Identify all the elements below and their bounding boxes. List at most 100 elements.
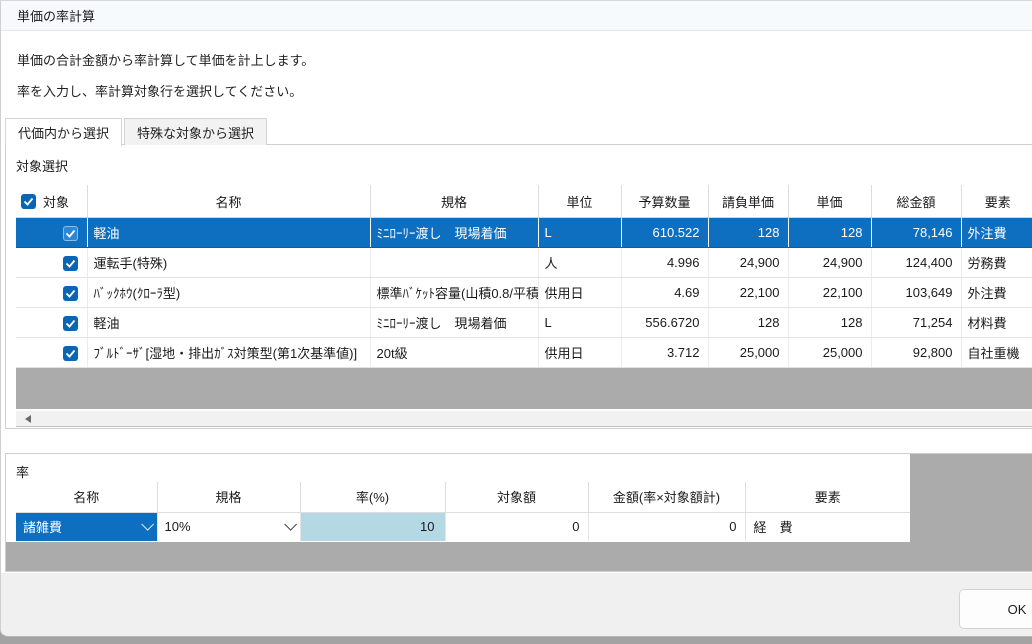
rate-percent-input[interactable]: 10 <box>300 512 445 541</box>
cell-unit: L <box>538 308 621 338</box>
cell-budget-qty: 3.712 <box>621 338 708 368</box>
cell-total: 92,800 <box>871 338 961 368</box>
column-header-name: 名称 <box>87 185 370 218</box>
cell-total: 103,649 <box>871 278 961 308</box>
cell-contract-unit-price: 24,900 <box>708 248 788 278</box>
cell-spec: ﾐﾆﾛｰﾘｰ渡し 現場着価 <box>370 218 538 248</box>
cell-unit-price: 128 <box>788 218 871 248</box>
cell-name: ﾊﾞｯｸﾎｳ(ｸﾛｰﾗ型) <box>87 278 370 308</box>
cell-name: 運転手(特殊) <box>87 248 370 278</box>
table-row[interactable]: 軽油 ﾐﾆﾛｰﾘｰ渡し 現場着価 L 610.522 128 128 78,14… <box>16 218 1032 248</box>
cell-unit-price: 24,900 <box>788 248 871 278</box>
cell-contract-unit-price: 22,100 <box>708 278 788 308</box>
check-icon <box>66 350 74 356</box>
cell-element: 労務費 <box>961 248 1032 278</box>
table-row[interactable]: 軽油 ﾐﾆﾛｰﾘｰ渡し 現場着価 L 556.6720 128 128 71,2… <box>16 308 1032 338</box>
cell-contract-unit-price: 128 <box>708 218 788 248</box>
chevron-down-icon <box>141 518 154 531</box>
column-header-contract-unit-price: 請負単価 <box>708 185 788 218</box>
selection-table: 対象 名称 規格 単位 予算数量 請負単価 単価 総金額 要素 軽油 <box>16 185 1032 368</box>
cell-element: 自社重機 <box>961 338 1032 368</box>
row-checkbox[interactable] <box>63 286 78 301</box>
cell-budget-qty: 556.6720 <box>621 308 708 338</box>
column-header-unit-price: 単価 <box>788 185 871 218</box>
tab-select-from-special[interactable]: 特殊な対象から選択 <box>124 118 267 145</box>
rate-row: 諸雑費 10% 10 0 0 経 費 <box>16 512 910 541</box>
row-checkbox[interactable] <box>63 346 78 361</box>
check-icon <box>25 198 33 204</box>
row-checkbox[interactable] <box>63 256 78 271</box>
cell-spec: ﾐﾆﾛｰﾘｰ渡し 現場着価 <box>370 308 538 338</box>
chevron-down-icon <box>284 518 297 531</box>
cell-contract-unit-price: 25,000 <box>708 338 788 368</box>
cell-unit: 人 <box>538 248 621 278</box>
cell-element: 材料費 <box>961 308 1032 338</box>
cell-unit: 供用日 <box>538 278 621 308</box>
column-header-budget-qty: 予算数量 <box>621 185 708 218</box>
check-icon <box>66 290 74 296</box>
cell-unit: L <box>538 218 621 248</box>
description-line-1: 単価の合計金額から率計算して単価を計上します。 <box>17 50 314 69</box>
cell-element: 外注費 <box>961 278 1032 308</box>
cell-spec: 20t級 <box>370 338 538 368</box>
horizontal-scrollbar[interactable] <box>16 411 1032 427</box>
selection-table-header-row: 対象 名称 規格 単位 予算数量 請負単価 単価 総金額 要素 <box>16 185 1032 218</box>
dialog-footer: OK <box>1 573 1032 637</box>
select-all-checkbox[interactable] <box>21 194 36 209</box>
cell-name: ﾌﾞﾙﾄﾞｰｻﾞ[湿地・排出ｶﾞｽ対策型(第1次基準値)] <box>87 338 370 368</box>
check-icon <box>66 230 74 236</box>
table-row[interactable]: ﾊﾞｯｸﾎｳ(ｸﾛｰﾗ型) 標準ﾊﾞｹｯﾄ容量(山積0.8/平積0 供用日 4.… <box>16 278 1032 308</box>
rate-group: 率 名称 規格 率(%) 対象額 金額(率×対象額計) 要素 <box>5 453 1032 572</box>
table-row[interactable]: 運転手(特殊) 人 4.996 24,900 24,900 124,400 労務… <box>16 248 1032 278</box>
rate-column-rate: 率(%) <box>300 482 445 512</box>
rate-amount-value: 0 <box>588 512 745 541</box>
cell-contract-unit-price: 128 <box>708 308 788 338</box>
dialog-titlebar: 単価の率計算 <box>1 1 1032 31</box>
description-line-2: 率を入力し、率計算対象行を選択してください。 <box>17 81 302 100</box>
rate-column-element: 要素 <box>745 482 910 512</box>
rate-table-header-row: 名称 規格 率(%) 対象額 金額(率×対象額計) 要素 <box>16 482 910 512</box>
column-header-element: 要素 <box>961 185 1032 218</box>
rate-column-spec: 規格 <box>157 482 300 512</box>
rate-group-label: 率 <box>16 462 29 481</box>
unit-price-rate-dialog: 単価の率計算 単価の合計金額から率計算して単価を計上します。 率を入力し、率計算… <box>0 0 1032 637</box>
rate-target-amount-value: 0 <box>445 512 588 541</box>
background-strip <box>0 637 1032 644</box>
rate-name-select[interactable]: 諸雑費 <box>16 513 157 541</box>
column-header-target: 対象 <box>43 192 69 211</box>
empty-table-area <box>16 368 1032 409</box>
row-checkbox[interactable] <box>63 316 78 331</box>
cell-unit-price: 128 <box>788 308 871 338</box>
dialog-title: 単価の率計算 <box>17 6 95 25</box>
row-checkbox[interactable] <box>63 226 78 241</box>
cell-unit: 供用日 <box>538 338 621 368</box>
cell-total: 78,146 <box>871 218 961 248</box>
cell-total: 124,400 <box>871 248 961 278</box>
cell-budget-qty: 610.522 <box>621 218 708 248</box>
cell-element: 外注費 <box>961 218 1032 248</box>
column-header-spec: 規格 <box>370 185 538 218</box>
cell-budget-qty: 4.69 <box>621 278 708 308</box>
tab-select-from-daika[interactable]: 代価内から選択 <box>5 118 122 146</box>
rate-panel: 率 名称 規格 率(%) 対象額 金額(率×対象額計) 要素 <box>6 454 910 542</box>
selection-group-label: 対象選択 <box>16 156 68 175</box>
selection-tab-panel: 対象選択 対象 名称 規格 単位 予算数量 <box>5 144 1032 429</box>
table-row[interactable]: ﾌﾞﾙﾄﾞｰｻﾞ[湿地・排出ｶﾞｽ対策型(第1次基準値)] 20t級 供用日 3… <box>16 338 1032 368</box>
rate-table: 名称 規格 率(%) 対象額 金額(率×対象額計) 要素 諸雑費 <box>16 482 910 541</box>
rate-spec-select[interactable]: 10% <box>158 513 300 541</box>
cell-spec: 標準ﾊﾞｹｯﾄ容量(山積0.8/平積0 <box>370 278 538 308</box>
scroll-left-arrow-icon[interactable] <box>25 415 31 423</box>
cell-name: 軽油 <box>87 218 370 248</box>
rate-column-name: 名称 <box>16 482 157 512</box>
cell-total: 71,254 <box>871 308 961 338</box>
cell-unit-price: 25,000 <box>788 338 871 368</box>
rate-element-value: 経 費 <box>745 512 910 541</box>
cell-spec <box>370 248 538 278</box>
rate-column-amount: 金額(率×対象額計) <box>588 482 745 512</box>
tab-bar: 代価内から選択 特殊な対象から選択 <box>5 118 269 145</box>
check-icon <box>66 260 74 266</box>
column-header-total: 総金額 <box>871 185 961 218</box>
cell-budget-qty: 4.996 <box>621 248 708 278</box>
ok-button[interactable]: OK <box>959 589 1032 629</box>
cell-name: 軽油 <box>87 308 370 338</box>
